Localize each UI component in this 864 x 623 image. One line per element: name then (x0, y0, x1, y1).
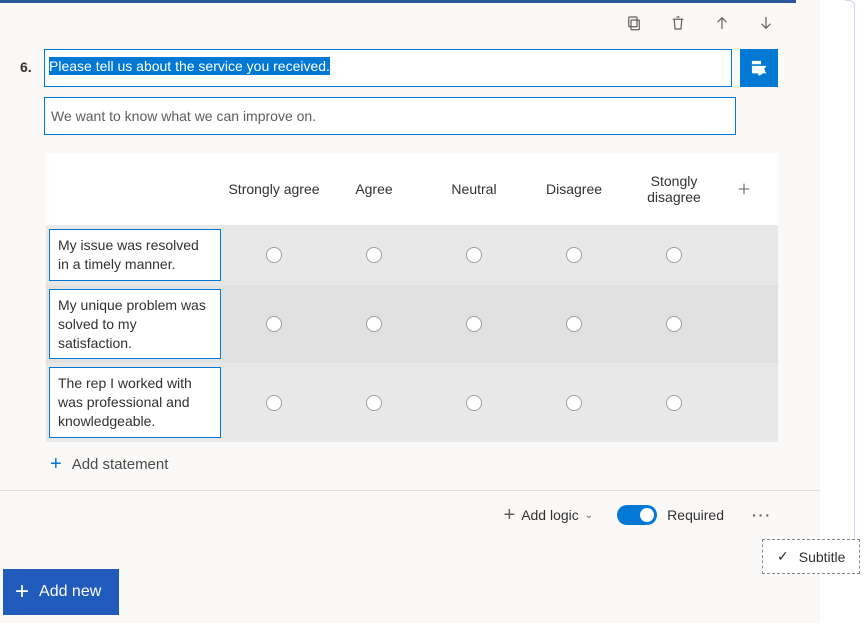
question-number: 6. (20, 49, 44, 75)
column-header[interactable]: Disagree (524, 181, 624, 197)
subtitle-menu-label: Subtitle (799, 549, 846, 565)
format-button[interactable] (740, 49, 778, 87)
page-edge-decoration (845, 0, 855, 540)
column-header[interactable]: Agree (324, 181, 424, 197)
copy-icon[interactable] (624, 13, 644, 33)
radio-option[interactable] (666, 247, 682, 263)
radio-option[interactable] (566, 247, 582, 263)
question-card: 6. Please tell us about the service you … (0, 3, 796, 490)
question-subtitle-input[interactable] (44, 97, 736, 135)
question-title-text: Please tell us about the service you rec… (49, 57, 330, 75)
add-logic-button[interactable]: + Add logic ⌄ (504, 505, 594, 525)
required-toggle[interactable] (617, 505, 657, 525)
radio-option[interactable] (266, 316, 282, 332)
add-statement-label: Add statement (72, 456, 169, 473)
plus-icon: + (50, 454, 62, 474)
subtitle-menu-item[interactable]: ✓ Subtitle (762, 539, 860, 574)
statement-input[interactable]: The rep I worked with was professional a… (49, 367, 221, 438)
chevron-down-icon: ⌄ (585, 510, 593, 521)
question-title-input[interactable]: Please tell us about the service you rec… (44, 49, 732, 87)
table-row: My issue was resolved in a timely manner… (46, 225, 778, 285)
radio-option[interactable] (366, 316, 382, 332)
table-row: My unique problem was solved to my satis… (46, 285, 778, 364)
radio-option[interactable] (266, 247, 282, 263)
add-logic-label: Add logic (521, 507, 579, 523)
trash-icon[interactable] (668, 13, 688, 33)
radio-option[interactable] (466, 247, 482, 263)
statement-input[interactable]: My unique problem was solved to my satis… (49, 289, 221, 360)
column-header[interactable]: Strongly agree (224, 181, 324, 197)
radio-option[interactable] (466, 316, 482, 332)
radio-option[interactable] (366, 247, 382, 263)
arrow-up-icon[interactable] (712, 13, 732, 33)
radio-option[interactable] (566, 395, 582, 411)
radio-option[interactable] (566, 316, 582, 332)
card-footer: + Add logic ⌄ Required ··· (0, 491, 796, 539)
arrow-down-icon[interactable] (756, 13, 776, 33)
radio-option[interactable] (266, 395, 282, 411)
plus-icon: + (504, 505, 516, 525)
plus-icon: + (15, 580, 29, 604)
card-toolbar (0, 3, 796, 37)
column-header[interactable]: Neutral (424, 181, 524, 197)
radio-option[interactable] (466, 395, 482, 411)
more-button[interactable]: ··· (748, 507, 776, 523)
table-row: The rep I worked with was professional a… (46, 363, 778, 442)
check-icon: ✓ (777, 548, 789, 565)
grid-header-row: Strongly agree Agree Neutral Disagree St… (46, 153, 778, 225)
statement-input[interactable]: My issue was resolved in a timely manner… (49, 229, 221, 281)
radio-option[interactable] (366, 395, 382, 411)
radio-option[interactable] (666, 316, 682, 332)
add-new-label: Add new (39, 583, 101, 601)
likert-grid: Strongly agree Agree Neutral Disagree St… (46, 153, 778, 442)
required-label: Required (667, 507, 724, 523)
column-header[interactable]: Stongly disagree (624, 173, 724, 205)
radio-option[interactable] (666, 395, 682, 411)
add-new-button[interactable]: + Add new (3, 569, 119, 615)
add-statement-button[interactable]: + Add statement (50, 454, 796, 490)
add-column-button[interactable] (724, 181, 764, 197)
